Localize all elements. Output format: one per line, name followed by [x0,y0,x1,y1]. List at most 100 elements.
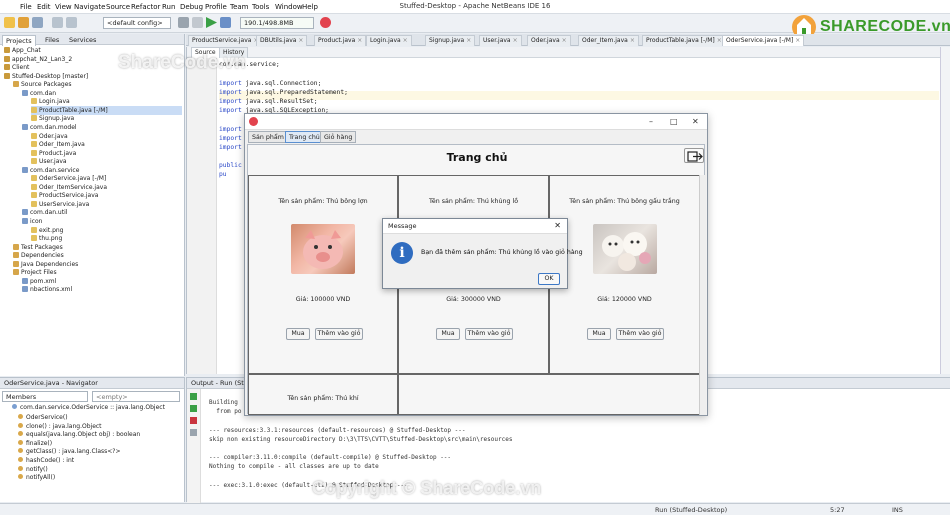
rerun-goals-icon[interactable] [190,405,197,412]
menu-item[interactable]: Refactor [131,3,160,11]
config-select[interactable]: <default config> [103,17,171,29]
add-to-cart-button[interactable]: Thêm vào giỏ [616,328,664,340]
navigator-member[interactable]: finalize() [18,439,52,449]
editor-scrollbar[interactable] [940,47,950,374]
tree-item-label: Signup.java [39,115,75,123]
tab-trang-chu[interactable]: Trang chủ [285,131,324,143]
tab-files[interactable]: Files [42,35,62,45]
settings-icon[interactable] [190,429,197,436]
rerun-icon[interactable] [190,393,197,400]
navigator-filter2-select[interactable]: <empty> [92,391,180,402]
close-tab-icon[interactable]: × [357,37,362,44]
navigator-class-row[interactable]: com.dan.service.OderService :: java.lang… [12,404,165,413]
close-tab-icon[interactable]: × [717,37,722,44]
tab-san-pham[interactable]: Sản phẩm [248,131,288,143]
close-icon[interactable]: ✕ [692,117,699,126]
output-line: --- resources:3.3.1:resources (default-r… [209,426,466,434]
tree-item[interactable]: nbactions.xml [22,285,182,294]
redo-icon[interactable] [66,17,77,28]
ok-button[interactable]: OK [538,273,560,285]
editor-tab[interactable]: ProductTable.java [-/M] × [642,35,726,46]
close-tab-icon[interactable]: × [562,37,567,44]
dialog-title-bar: Message ✕ [383,219,567,234]
menu-item[interactable]: Profile [205,3,227,11]
debug-icon[interactable] [220,17,231,28]
tree-node-icon [4,64,10,71]
menu-item[interactable]: Help [302,3,318,11]
menu-item[interactable]: Tools [252,3,269,11]
tab-gio-hang[interactable]: Giỏ hàng [320,131,357,143]
tree-item-label: thu.png [39,235,63,243]
output-line: --- compiler:3.11.0:compile (default-com… [209,454,452,462]
method-icon [18,431,23,437]
product-name: Tên sản phẩm: Thú khủng lồ [428,198,519,205]
navigator-member[interactable]: notifyAll() [18,474,55,483]
editor-tab[interactable]: Oder.java × [527,35,571,46]
navigator-member[interactable]: getClass() : java.lang.Class<?> [18,448,121,457]
editor-tab[interactable]: OderService.java [-/M] × [722,35,805,46]
tree-item-label: Stuffed-Desktop [master] [12,72,89,80]
clean-build-icon[interactable] [192,17,203,28]
gc-icon[interactable] [320,17,331,28]
navigator-member[interactable]: notify() [18,465,48,475]
code-line: pu [219,171,227,178]
menu-item[interactable]: Team [230,3,249,11]
editor-tab[interactable]: Oder_Item.java × [578,35,639,46]
close-tab-icon[interactable]: × [298,37,303,44]
editor-tab[interactable]: User.java × [479,35,522,46]
product-name: Tên sản phẩm: Thú bông gấu trắng [569,198,680,205]
tree-item-label: com.dan.model [30,123,77,131]
close-tab-icon[interactable]: × [795,37,800,44]
menu-item[interactable]: Edit [37,3,51,11]
save-all-icon[interactable] [32,17,43,28]
close-tab-icon[interactable]: × [630,37,635,44]
menu-item[interactable]: Run [162,3,175,11]
tree-item-label: com.dan [30,89,57,97]
dialog-close-icon[interactable]: ✕ [554,221,561,230]
navigator-member[interactable]: hashCode() : int [18,457,74,466]
editor-tab[interactable]: Product.java × [314,35,367,46]
menu-item[interactable]: Debug [180,3,203,11]
undo-icon[interactable] [52,17,63,28]
buy-button[interactable]: Mua [436,328,460,340]
menu-item[interactable]: Source [106,3,130,11]
tab-projects[interactable]: Projects [2,35,36,46]
add-to-cart-button[interactable]: Thêm vào giỏ [465,328,513,340]
stop-icon[interactable] [190,417,197,424]
tree-node-icon [31,183,37,190]
memory-indicator[interactable]: 190.1/498.8MB [240,17,314,29]
navigator-member[interactable]: clone() : java.lang.Object [18,422,102,432]
buy-button[interactable]: Mua [286,328,310,340]
editor-tab[interactable]: Signup.java × [425,35,476,46]
close-tab-icon[interactable]: × [403,37,408,44]
navigator-panel: OderService.java - Navigator Members <em… [0,377,185,502]
bear-plush-icon [602,232,651,271]
buy-button[interactable]: Mua [587,328,611,340]
close-tab-icon[interactable]: × [466,37,471,44]
new-project-icon[interactable] [4,17,15,28]
navigator-filter-select[interactable]: Members [2,391,88,402]
editor-tabs: ProductService.java×DBUtils.java× Product… [186,34,950,46]
code-line: import [219,144,242,151]
menu-item[interactable]: View [55,3,72,11]
navigator-member[interactable]: equals(java.lang.Object obj) : boolean [18,431,140,440]
navigator-member[interactable]: OderService() [18,414,68,423]
build-icon[interactable] [178,17,189,28]
maximize-icon[interactable]: □ [670,117,678,126]
editor-tab[interactable]: ProductService.java× [188,35,263,46]
tree-item-label: com.dan.service [30,166,80,174]
menu-item[interactable]: Window [275,3,303,11]
logout-button[interactable] [684,148,704,163]
menu-item[interactable]: File [20,3,32,11]
menu-item[interactable]: Navigate [74,3,105,11]
close-tab-icon[interactable]: × [513,37,518,44]
editor-tab[interactable]: DBUtils.java × [256,35,308,46]
status-run[interactable]: Run (Stuffed-Desktop) [655,506,727,514]
editor-tab[interactable]: Login.java × [366,35,412,46]
open-project-icon[interactable] [18,17,29,28]
code-line: import [219,126,242,133]
minimize-icon[interactable]: – [649,117,653,126]
add-to-cart-button[interactable]: Thêm vào giỏ [315,328,363,340]
app-scrollbar[interactable] [699,175,706,415]
tab-services[interactable]: Services [66,35,99,45]
